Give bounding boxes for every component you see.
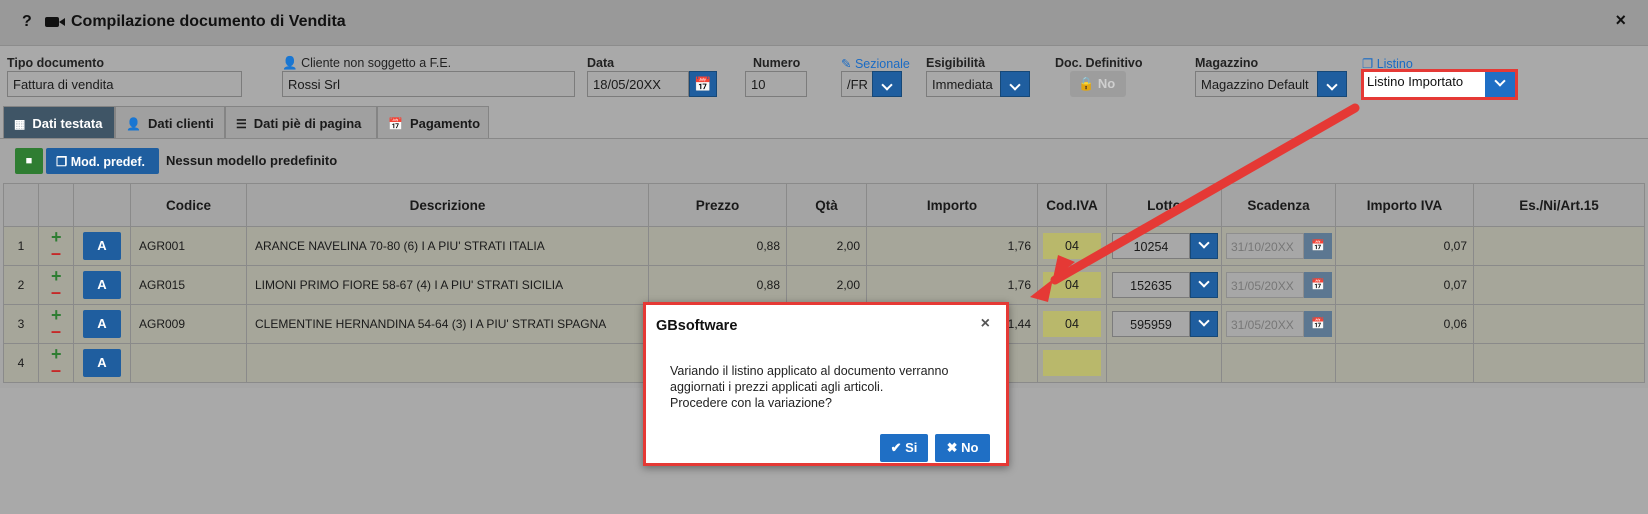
close-icon[interactable]: × xyxy=(981,315,990,333)
no-button[interactable]: ✖ No xyxy=(935,434,990,462)
yes-button[interactable]: ✔ Si xyxy=(880,434,928,462)
dialog-message-line: Variando il listino applicato al documen… xyxy=(670,364,949,378)
dialog-message: Variando il listino applicato al documen… xyxy=(670,363,948,411)
confirm-dialog: GBsoftware × Variando il listino applica… xyxy=(643,302,1009,466)
dialog-title: GBsoftware xyxy=(656,318,738,334)
dialog-message-line: Procedere con la variazione? xyxy=(670,396,832,410)
dialog-message-line: aggiornati i prezzi applicati agli artic… xyxy=(670,380,884,394)
arrow-shaft xyxy=(1050,103,1360,285)
